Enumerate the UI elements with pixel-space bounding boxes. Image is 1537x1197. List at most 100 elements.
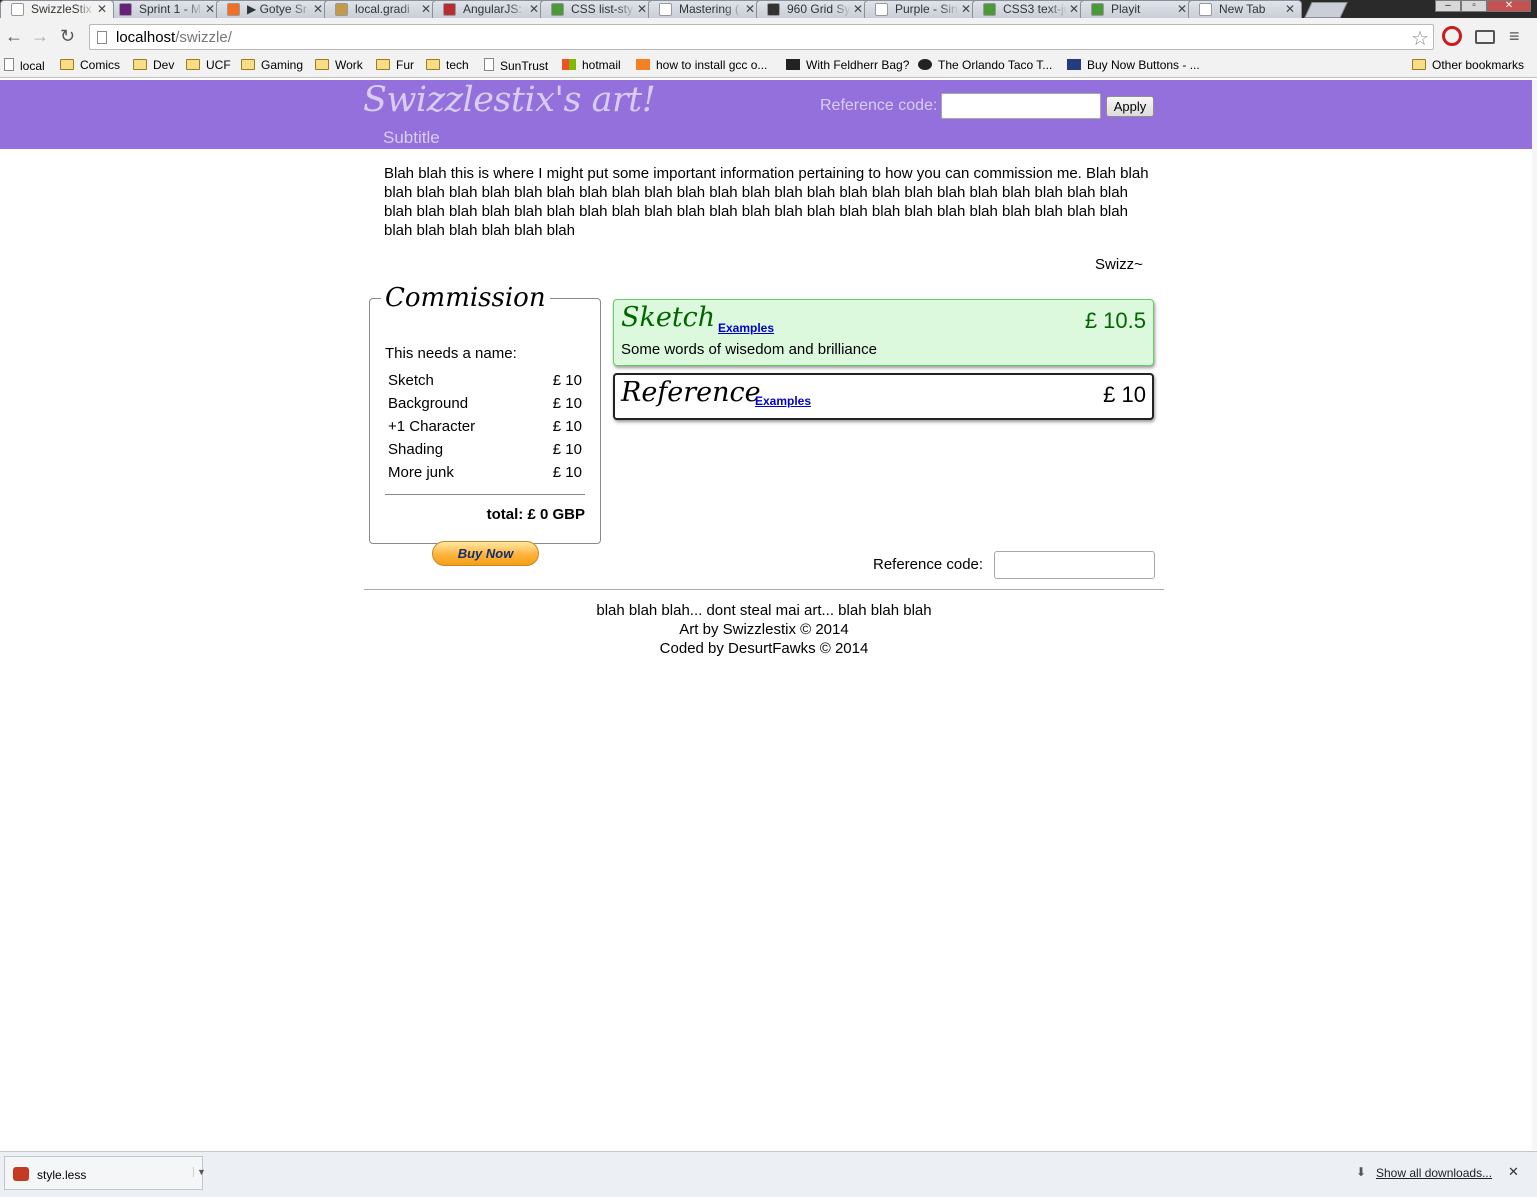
page-icon [484,58,494,71]
back-icon[interactable]: ← [5,26,23,47]
tab-close-icon[interactable]: ✕ [637,2,647,16]
browser-titlebar: SwizzleStix ✕ Sprint 1 - M ✕ ▶ Gotye Sr ✕ loca… [0,0,1537,20]
tab-close-icon[interactable]: ✕ [961,2,971,16]
reload-icon[interactable]: ↻ [60,26,75,47]
tab-favicon-icon [11,3,24,16]
bookmark-item[interactable]: The Orlando Taco T... [918,58,1052,72]
tab-label: SwizzleStix [31,2,92,16]
bookmark-item[interactable]: hotmail [562,58,621,72]
page-icon [4,58,14,71]
bookmark-item[interactable]: Buy Now Buttons - ... [1067,58,1200,72]
bookmark-item[interactable]: Dev [133,58,174,72]
opera-extension-icon[interactable] [1442,26,1462,46]
tab-label: ▶ Gotye Sr [247,2,307,16]
bookmark-item[interactable]: Gaming [241,58,303,72]
bookmark-item[interactable]: how to install gcc o... [636,58,767,72]
bookmark-item[interactable]: tech [426,58,469,72]
url-path: /swizzle/ [175,29,232,46]
menu-icon[interactable]: ≡ [1509,26,1520,47]
tab-label: AngularJS: a [463,2,527,16]
tab-7[interactable]: 960 Grid Sy ✕ [756,0,870,18]
browser-toolbar: ← → ↻ localhost/swizzle/ ☆ ≡ [0,18,1537,54]
site-footer: blah blah blah... dont steal mai art... … [364,601,1164,658]
tab-5[interactable]: CSS list-sty ✕ [540,0,654,18]
tab-close-icon[interactable]: ✕ [529,2,539,16]
tab-favicon-icon [443,3,456,16]
tab-label: New Tab [1219,2,1266,16]
footer-divider [364,589,1164,590]
tab-label: CSS3 text-ju [1003,2,1067,16]
bookmark-item[interactable]: local [4,58,45,73]
tab-9[interactable]: CSS3 text-ju ✕ [972,0,1086,18]
maximize-icon[interactable]: ▫ [1461,0,1487,12]
folder-icon [186,59,200,70]
bookmark-item[interactable]: Work [315,58,363,72]
commission-legend: Commission [385,283,546,313]
stackoverflow-icon [636,59,650,70]
bookmark-item[interactable]: UCF [186,58,231,72]
apply-button[interactable]: Apply [1106,96,1154,117]
bookmark-item[interactable]: With Feldherr Bag? [786,58,909,72]
sketch-option-card[interactable]: Sketch Examples £ 10.5 Some words of wis… [613,299,1154,366]
other-bookmarks[interactable]: Other bookmarks [1412,58,1524,72]
tab-3[interactable]: local.gradi ✕ [324,0,438,18]
file-icon [13,1167,29,1181]
tab-favicon-icon [119,3,132,16]
tab-favicon-icon [1091,3,1104,16]
bookmark-item[interactable]: SunTrust [484,58,548,73]
tab-6[interactable]: Mastering (✕ [648,0,762,18]
bookmark-item[interactable]: Fur [376,58,414,72]
tab-favicon-icon [875,3,888,16]
footer-line: Art by Swizzlestix © 2014 [679,621,849,638]
commission-panel: Commission This needs a name: Sketch £ 10… [369,283,601,566]
close-window-icon[interactable]: ✕ [1487,0,1531,12]
show-all-downloads-link[interactable]: Show all downloads... [1376,1166,1492,1180]
reference-examples-link[interactable]: Examples [755,394,811,408]
windows-icon [562,59,576,70]
reference-code-input[interactable] [994,551,1155,579]
download-item[interactable]: style.less ▼ [4,1156,206,1190]
chevron-down-icon[interactable]: ▼ [193,1167,206,1177]
tab-close-icon[interactable]: ✕ [1069,2,1079,16]
paw-icon [918,59,932,70]
tab-8[interactable]: Purple - Sin ✕ [864,0,978,18]
address-bar[interactable]: localhost/swizzle/ ☆ [89,24,1434,50]
reference-title: Reference [621,377,761,408]
page-icon [97,31,107,44]
tab-close-icon[interactable]: ✕ [205,2,215,16]
bookmark-item[interactable]: Comics [60,58,120,72]
signature: Swizz~ [1095,256,1143,273]
folder-icon [426,59,440,70]
tab-close-icon[interactable]: ✕ [853,2,863,16]
minimize-icon[interactable]: – [1435,0,1461,12]
bookmark-star-icon[interactable]: ☆ [1411,26,1429,51]
sketch-examples-link[interactable]: Examples [718,321,774,335]
new-tab-button[interactable] [1304,2,1348,18]
cast-icon[interactable] [1475,30,1495,44]
tab-2[interactable]: ▶ Gotye Sr ✕ [216,0,330,18]
sketch-description: Some words of wisedom and brilliance [621,341,877,358]
tab-label: local.gradi [355,2,410,16]
commission-items: Sketch £ 10 Background £ 10 +1 Character £ … [388,372,582,487]
tab-11[interactable]: New Tab ✕ [1188,0,1302,18]
reference-option-card[interactable]: Reference Examples £ 10 [613,373,1154,420]
tab-close-icon[interactable]: ✕ [421,2,431,16]
tab-close-icon[interactable]: ✕ [1285,2,1295,16]
tab-0[interactable]: SwizzleStix ✕ [0,0,114,18]
tab-10[interactable]: Playit ✕ [1080,0,1194,18]
header-reference-input[interactable] [941,93,1101,119]
download-filename: style.less [37,1168,87,1182]
download-arrow-icon: ⬇ [1356,1165,1367,1179]
commission-name-label: This needs a name: [385,345,517,362]
tab-close-icon[interactable]: ✕ [313,2,323,16]
tab-close-icon[interactable]: ✕ [97,2,107,16]
tab-close-icon[interactable]: ✕ [745,2,755,16]
close-icon[interactable]: ✕ [1508,1164,1519,1180]
tab-4[interactable]: AngularJS: a ✕ [432,0,546,18]
tab-1[interactable]: Sprint 1 - M ✕ [108,0,222,18]
tab-favicon-icon [767,3,780,16]
buy-now-button[interactable]: Buy Now [432,541,539,566]
forward-icon[interactable]: → [31,26,49,47]
tab-close-icon[interactable]: ✕ [1177,2,1187,16]
tab-favicon-icon [227,3,240,16]
